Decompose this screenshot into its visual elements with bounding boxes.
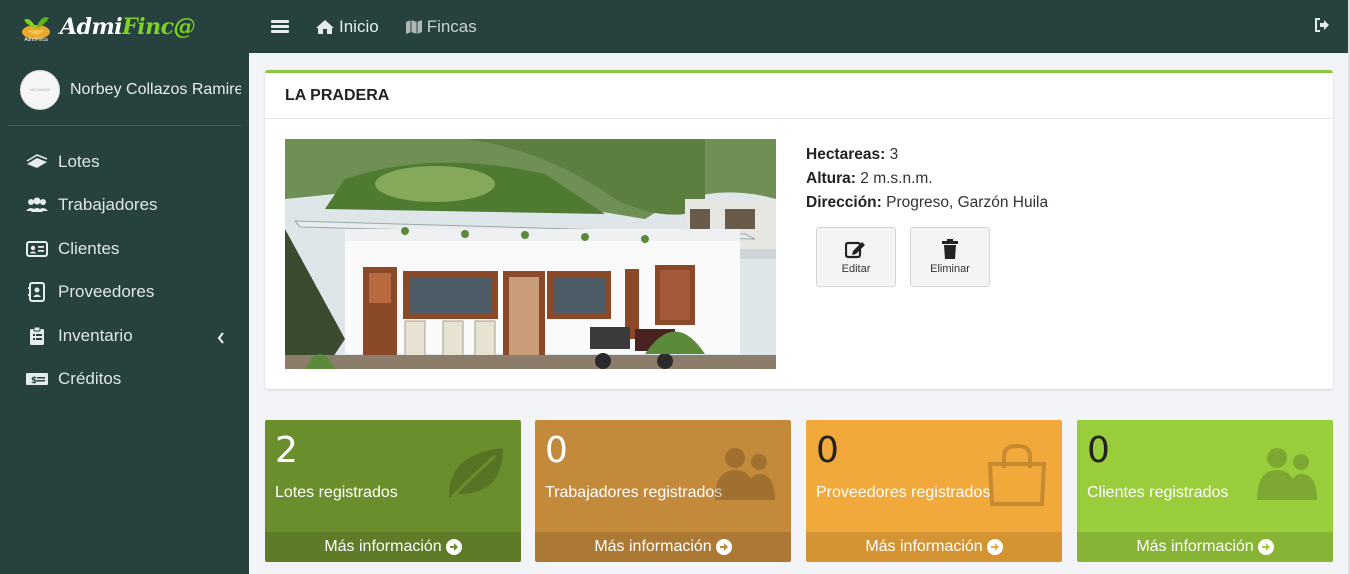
stat-count: 0 bbox=[545, 430, 568, 471]
leaf-icon bbox=[445, 444, 507, 507]
altura-label: Altura: bbox=[806, 170, 856, 187]
stat-label: Proveedores registrados bbox=[816, 484, 991, 501]
users-bg-icon bbox=[1255, 444, 1319, 505]
brand-logo: AdmiFinca AdmiFinc@ bbox=[18, 10, 195, 44]
home-icon bbox=[316, 19, 334, 34]
stat-count: 0 bbox=[1087, 430, 1110, 471]
nav-fincas[interactable]: Fincas bbox=[405, 17, 477, 37]
altura-row: Altura: 2 m.s.n.m. bbox=[806, 167, 1048, 191]
sidebar-item-label: Clientes bbox=[58, 238, 120, 258]
stat-label: Clientes registrados bbox=[1087, 484, 1229, 501]
more-info-link[interactable]: Más información bbox=[265, 532, 521, 562]
sidebar-item-clientes[interactable]: Clientes bbox=[0, 227, 249, 271]
leaf-stack-icon bbox=[25, 152, 49, 172]
stat-proveedores: 0 Proveedores registrados Más informació… bbox=[806, 420, 1062, 562]
logout-icon[interactable] bbox=[1314, 17, 1330, 38]
stat-clientes: 0 Clientes registrados Más información bbox=[1077, 420, 1333, 562]
contact-book-icon bbox=[25, 282, 49, 303]
stat-label: Lotes registrados bbox=[275, 484, 398, 501]
trash-icon bbox=[942, 239, 958, 259]
id-card-icon bbox=[25, 239, 49, 259]
user-name: Norbey Collazos Ramirez bbox=[70, 80, 241, 98]
nav-inicio-label: Inicio bbox=[339, 16, 379, 36]
farm-info: Hectareas: 3 Altura: 2 m.s.n.m. Direcció… bbox=[806, 143, 1048, 215]
stat-lotes: 2 Lotes registrados Más información bbox=[265, 420, 521, 562]
edit-button[interactable]: Editar bbox=[816, 227, 896, 287]
more-info-link[interactable]: Más información bbox=[535, 532, 791, 562]
arrow-circle-right-icon bbox=[1257, 539, 1274, 555]
users-icon bbox=[25, 195, 49, 215]
avatar: NO IMAGE bbox=[20, 69, 60, 110]
more-info-link[interactable]: Más información bbox=[1077, 532, 1333, 562]
chevron-left-icon[interactable] bbox=[217, 329, 225, 349]
delete-button[interactable]: Eliminar bbox=[910, 227, 990, 287]
logo-caption: AdmiFinca bbox=[24, 37, 48, 43]
map-icon bbox=[405, 19, 422, 34]
sidebar-item-proveedores[interactable]: Proveedores bbox=[0, 271, 249, 315]
stat-label: Trabajadores registrados bbox=[545, 484, 723, 501]
brand-title: AdmiFinc@ bbox=[60, 14, 195, 40]
sidebar-item-label: Créditos bbox=[58, 369, 122, 389]
stat-count: 2 bbox=[275, 430, 298, 471]
arrow-circle-right-icon bbox=[986, 539, 1003, 555]
shopping-bag-icon bbox=[986, 443, 1048, 511]
sidebar-item-label: Inventario bbox=[58, 325, 133, 345]
sidebar-menu: Lotes Trabajadores Clientes Proveedores … bbox=[0, 140, 249, 401]
hectareas-value: 3 bbox=[889, 146, 899, 163]
sidebar-item-label: Trabajadores bbox=[58, 195, 158, 215]
delete-label: Eliminar bbox=[930, 263, 970, 275]
farm-title: LA PRADERA bbox=[265, 73, 1333, 119]
altura-value: 2 m.s.n.m. bbox=[860, 170, 933, 187]
hectareas-label: Hectareas: bbox=[806, 146, 886, 163]
sidebar: AdmiFinca AdmiFinc@ NO IMAGE Norbey Coll… bbox=[0, 0, 249, 574]
edit-label: Editar bbox=[841, 263, 871, 275]
stat-trabajadores: 0 Trabajadores registrados Más informaci… bbox=[535, 420, 791, 562]
money-icon: $ bbox=[25, 369, 49, 389]
arrow-circle-right-icon bbox=[445, 539, 462, 555]
arrow-circle-right-icon bbox=[715, 539, 732, 555]
users-bg-icon bbox=[713, 444, 777, 505]
farm-logo-icon: AdmiFinca bbox=[22, 17, 50, 43]
sidebar-item-trabajadores[interactable]: Trabajadores bbox=[0, 184, 249, 228]
farm-photo bbox=[285, 139, 776, 369]
menu-toggle-icon[interactable] bbox=[271, 18, 289, 35]
sidebar-item-lotes[interactable]: Lotes bbox=[0, 140, 249, 184]
clipboard-icon bbox=[25, 326, 49, 346]
more-info-link[interactable]: Más información bbox=[806, 532, 1062, 562]
svg-text:$: $ bbox=[31, 376, 37, 386]
brand[interactable]: AdmiFinca AdmiFinc@ bbox=[0, 0, 249, 54]
nav-fincas-label: Fincas bbox=[426, 16, 477, 36]
farm-card: LA PRADERA Hectareas: 3 Altura: 2 m.s.n.… bbox=[265, 70, 1333, 389]
sidebar-item-label: Lotes bbox=[58, 151, 100, 171]
sidebar-item-inventario[interactable]: Inventario bbox=[0, 314, 249, 358]
user-panel: NO IMAGE Norbey Collazos Ramirez bbox=[8, 54, 241, 126]
sidebar-item-creditos[interactable]: $ Créditos bbox=[0, 358, 249, 402]
direccion-label: Dirección: bbox=[806, 194, 882, 211]
stat-count: 0 bbox=[816, 430, 839, 471]
direccion-value: Progreso, Garzón Huila bbox=[886, 194, 1049, 211]
edit-icon bbox=[845, 241, 865, 259]
sidebar-item-label: Proveedores bbox=[58, 282, 155, 302]
nav-inicio[interactable]: Inicio bbox=[315, 17, 379, 37]
topbar: Inicio Fincas bbox=[249, 0, 1348, 53]
hectareas-row: Hectareas: 3 bbox=[806, 143, 1048, 167]
direccion-row: Dirección: Progreso, Garzón Huila bbox=[806, 191, 1048, 215]
